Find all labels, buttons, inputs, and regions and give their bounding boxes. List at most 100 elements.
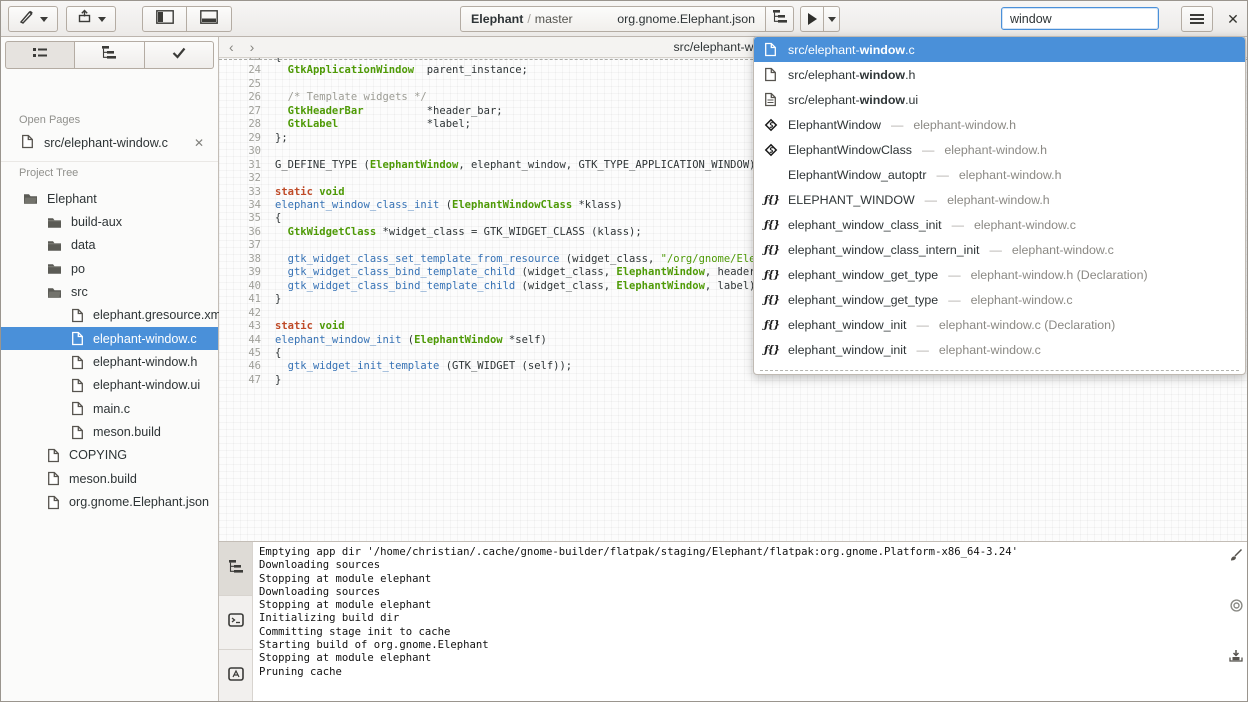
toggle-bottom-panel-button[interactable] <box>187 6 232 32</box>
dropdown-caret-icon <box>98 17 106 22</box>
close-page-icon[interactable]: ✕ <box>194 136 204 150</box>
tree-item-elephant.gresource.xml[interactable]: elephant.gresource.xml <box>1 304 218 327</box>
search-result-item[interactable]: ƒ{}elephant_window_class_init—elephant-w… <box>754 212 1245 237</box>
tree-item-data[interactable]: data <box>1 234 218 257</box>
line-number: 40 <box>219 280 275 293</box>
history-nav: ‹ › <box>229 37 254 57</box>
search-result-item[interactable]: ƒ{}elephant_window_init—elephant-window.… <box>754 337 1245 362</box>
file-icon <box>71 355 84 370</box>
code-text: gtk_widget_class_bind_template_child (wi… <box>275 280 762 292</box>
build-config-name: org.gnome.Elephant.json <box>617 12 755 26</box>
tree-item-elephant-window.ui[interactable]: elephant-window.ui <box>1 374 218 397</box>
search-result-item[interactable]: src/elephant-window.ui <box>754 87 1245 112</box>
code-text: gtk_widget_class_bind_template_child (wi… <box>275 266 793 278</box>
result-symbol-name: ElephantWindow <box>788 118 881 132</box>
result-location: elephant-window.c <box>971 293 1073 307</box>
omnibar-button[interactable]: Elephant/master org.gnome.Elephant.json <box>460 6 766 32</box>
class-icon <box>764 143 788 157</box>
func-icon: ƒ{} <box>764 219 788 231</box>
code-text: /* Template widgets */ <box>275 91 427 103</box>
back-icon[interactable]: ‹ <box>229 39 234 55</box>
branch-separator: / <box>523 12 534 26</box>
line-number: 33 <box>219 186 275 199</box>
log-line: Committing stage init to cache <box>259 626 1221 639</box>
file-icon <box>71 425 84 440</box>
record-icon <box>1230 599 1243 616</box>
line-number: 29 <box>219 132 275 145</box>
sidebar-tab-todo[interactable] <box>145 41 214 69</box>
bottom-tab-terminal[interactable] <box>219 596 252 650</box>
result-separator: — <box>907 343 939 357</box>
search-result-item[interactable]: ElephantWindowClass—elephant-window.h <box>754 137 1245 162</box>
tree-item-COPYING[interactable]: COPYING <box>1 444 218 467</box>
search-result-item[interactable]: ƒ{}elephant_window_get_type—elephant-win… <box>754 262 1245 287</box>
line-number: 34 <box>219 199 275 212</box>
tree-item-src[interactable]: src <box>1 280 218 303</box>
search-result-item[interactable]: ƒ{}elephant_window_class_intern_init—ele… <box>754 237 1245 262</box>
search-result-item[interactable]: src/elephant-window.c <box>754 37 1245 62</box>
tree-item-elephant-window.h[interactable]: elephant-window.h <box>1 350 218 373</box>
file-icon <box>71 331 84 346</box>
file-icon <box>47 448 60 463</box>
file-icon <box>71 308 84 323</box>
func-icon: ƒ{} <box>764 269 788 281</box>
export-dropdown-button[interactable] <box>66 6 116 32</box>
run-button[interactable] <box>800 6 824 32</box>
tree-item-meson.build[interactable]: meson.build <box>1 420 218 443</box>
code-text: GtkWidgetClass *widget_class = GTK_WIDGE… <box>275 226 642 238</box>
open-page-item[interactable]: src/elephant-window.c ✕ <box>1 130 218 156</box>
global-search-input[interactable] <box>1001 7 1159 30</box>
line-number: 46 <box>219 360 275 373</box>
build-popover-button[interactable] <box>766 6 794 32</box>
window-close-button[interactable]: ✕ <box>1219 5 1247 33</box>
file-icon <box>47 495 60 510</box>
log-line: Emptying app dir '/home/christian/.cache… <box>259 546 1221 559</box>
line-number: 39 <box>219 266 275 279</box>
stop-build-button[interactable] <box>1230 599 1243 617</box>
editor-mode-dropdown-button[interactable] <box>8 6 58 32</box>
search-result-item[interactable]: ƒ{}elephant_window_get_type—elephant-win… <box>754 287 1245 312</box>
tree-item-Elephant[interactable]: Elephant <box>1 187 218 210</box>
bottom-panel-tab-bar <box>219 542 253 702</box>
build-tree-icon <box>228 559 244 579</box>
search-result-item[interactable]: ElephantWindow—elephant-window.h <box>754 112 1245 137</box>
tree-item-elephant-window.c[interactable]: elephant-window.c <box>1 327 218 350</box>
func-icon: ƒ{} <box>764 319 788 331</box>
file-icon <box>764 67 788 82</box>
scroll-undershoot-bottom <box>760 370 1239 371</box>
search-result-item[interactable]: src/elephant-window.h <box>754 62 1245 87</box>
hamburger-menu-icon <box>1190 14 1204 24</box>
forward-icon[interactable]: › <box>250 39 255 55</box>
toggle-left-panel-button[interactable] <box>142 6 187 32</box>
code-text: GtkLabel *label; <box>275 118 471 130</box>
sidebar-tab-pages[interactable] <box>5 41 75 69</box>
clear-log-button[interactable] <box>1229 548 1243 567</box>
build-log-actions <box>1226 548 1246 667</box>
search-result-item[interactable]: ƒ{}elephant_window_init—elephant-window.… <box>754 312 1245 337</box>
run-options-button[interactable] <box>824 6 840 32</box>
omnibar-project-branch: Elephant/master <box>471 12 573 26</box>
result-symbol-name: elephant_window_class_init <box>788 218 942 232</box>
bottom-tab-build-output[interactable] <box>219 542 252 596</box>
tree-item-meson.build[interactable]: meson.build <box>1 467 218 490</box>
line-number: 28 <box>219 118 275 131</box>
tree-item-main.c[interactable]: main.c <box>1 397 218 420</box>
gnome-builder-window: Elephant/master org.gnome.Elephant.json … <box>0 0 1248 702</box>
save-log-button[interactable] <box>1229 649 1243 667</box>
panel-bottom-icon <box>200 10 218 29</box>
tree-item-org.gnome.Elephant.json[interactable]: org.gnome.Elephant.json <box>1 490 218 513</box>
tree-item-po[interactable]: po <box>1 257 218 280</box>
result-filename: src/elephant-window.ui <box>788 93 918 107</box>
menu-button[interactable] <box>1181 6 1213 32</box>
log-line: Starting build of org.gnome.Elephant <box>259 639 1221 652</box>
search-result-item[interactable]: ElephantWindow_autoptr—elephant-window.h <box>754 162 1245 187</box>
tree-item-build-aux[interactable]: build-aux <box>1 210 218 233</box>
play-icon <box>808 13 817 25</box>
bottom-tab-app-output[interactable] <box>219 650 252 702</box>
file-text-icon <box>764 92 788 107</box>
search-result-item[interactable]: ƒ{}ELEPHANT_WINDOW—elephant-window.h <box>754 187 1245 212</box>
titlebar: Elephant/master org.gnome.Elephant.json … <box>1 1 1247 37</box>
func-icon: ƒ{} <box>764 294 788 306</box>
sidebar-tab-build[interactable] <box>75 41 144 69</box>
checkmark-icon <box>172 46 186 64</box>
